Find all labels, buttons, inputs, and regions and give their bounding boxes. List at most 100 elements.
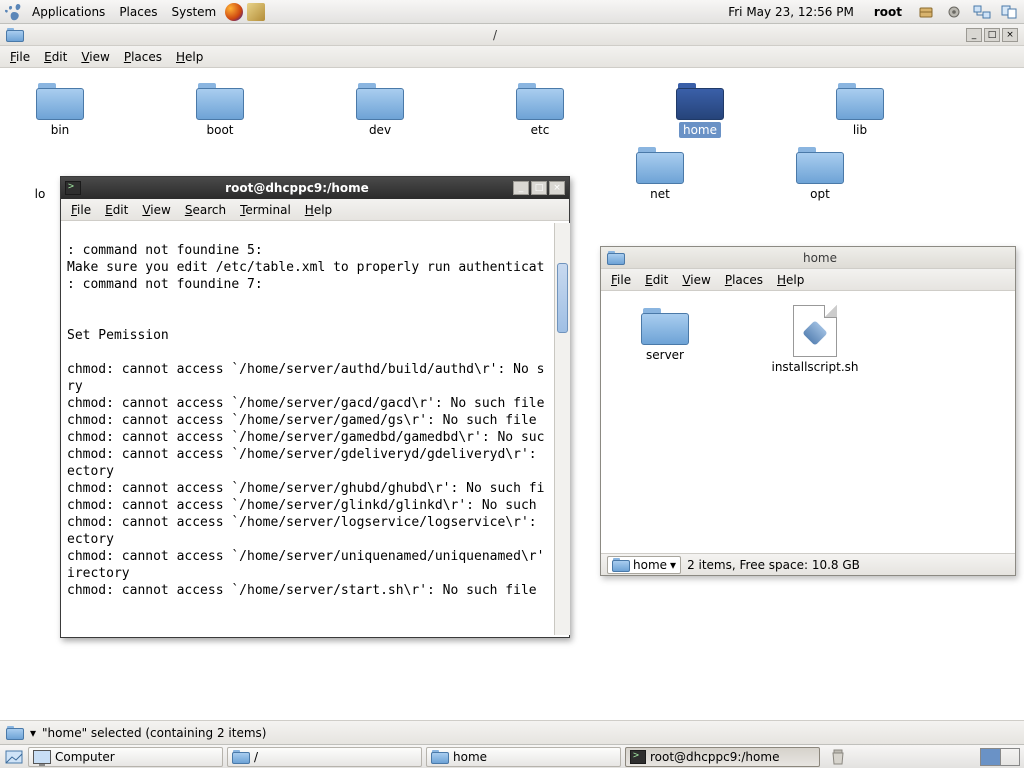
folder-lib[interactable]: lib <box>820 80 900 138</box>
menu-edit[interactable]: Edit <box>99 201 134 219</box>
task-terminal[interactable]: root@dhcppc9:/home <box>625 747 820 767</box>
menu-places[interactable]: Places <box>118 48 168 66</box>
computer-icon <box>33 750 51 764</box>
nautilus-root-menubar: File Edit View Places Help <box>0 46 1024 68</box>
folder-icon <box>196 80 244 120</box>
menu-terminal[interactable]: Terminal <box>234 201 297 219</box>
menu-view[interactable]: View <box>75 48 115 66</box>
folder-icon <box>641 305 689 345</box>
folder-icon <box>431 750 449 764</box>
folder-icon <box>796 144 844 184</box>
folder-icon <box>836 80 884 120</box>
tray-network-icon[interactable] <box>972 2 992 22</box>
show-desktop-button[interactable] <box>4 747 24 767</box>
close-button[interactable]: × <box>549 181 565 195</box>
folder-icon <box>636 144 684 184</box>
maximize-button[interactable]: □ <box>531 181 547 195</box>
folder-home[interactable]: home <box>660 80 740 138</box>
close-button[interactable]: × <box>1002 28 1018 42</box>
terminal-output[interactable]: : command not foundine 5: Make sure you … <box>63 223 567 601</box>
terminal-scrollbar[interactable] <box>554 223 570 635</box>
folder-obscured[interactable]: lo <box>20 144 60 202</box>
location-button[interactable]: home ▾ <box>607 556 681 574</box>
terminal-window[interactable]: root@dhcppc9:/home _ □ × File Edit View … <box>60 176 570 638</box>
menu-edit[interactable]: Edit <box>639 271 674 289</box>
menu-file[interactable]: File <box>605 271 637 289</box>
folder-etc[interactable]: etc <box>500 80 580 138</box>
tray-settings-icon[interactable] <box>944 2 964 22</box>
folder-bin[interactable]: bin <box>20 80 100 138</box>
nautilus-home-menubar: File Edit View Places Help <box>601 269 1015 291</box>
gnome-menu-icon[interactable] <box>4 2 24 22</box>
menu-places[interactable]: Places <box>719 271 769 289</box>
folder-icon <box>6 726 24 740</box>
folder-icon <box>612 558 630 572</box>
task-label: home <box>453 750 487 764</box>
workspace-switcher[interactable] <box>980 748 1020 766</box>
workspace-2[interactable] <box>1001 749 1020 765</box>
status-text: 2 items, Free space: 10.8 GB <box>687 558 860 572</box>
folder-net[interactable]: net <box>620 144 700 202</box>
chevron-down-icon: ▾ <box>30 726 36 740</box>
menu-help[interactable]: Help <box>771 271 810 289</box>
panel-system[interactable]: System <box>165 3 222 21</box>
nautilus-root-title: / <box>30 28 960 42</box>
folder-icon <box>516 80 564 120</box>
menu-help[interactable]: Help <box>170 48 209 66</box>
file-installscript[interactable]: installscript.sh <box>775 305 855 375</box>
firefox-launcher-icon[interactable] <box>224 2 244 22</box>
menu-search[interactable]: Search <box>179 201 232 219</box>
menu-file[interactable]: File <box>65 201 97 219</box>
workspace-1[interactable] <box>981 749 1001 765</box>
menu-file[interactable]: File <box>4 48 36 66</box>
chevron-down-icon: ▾ <box>670 558 676 572</box>
nautilus-home-window[interactable]: home File Edit View Places Help server i… <box>600 246 1016 576</box>
task-label: Computer <box>55 750 115 764</box>
terminal-icon <box>630 750 646 764</box>
tray-display-icon[interactable] <box>1000 2 1020 22</box>
menu-edit[interactable]: Edit <box>38 48 73 66</box>
terminal-title: root@dhcppc9:/home <box>85 181 509 195</box>
menu-view[interactable]: View <box>676 271 716 289</box>
folder-icon <box>356 80 404 120</box>
menu-file-label: ile <box>16 50 30 64</box>
folder-icon <box>607 251 625 265</box>
terminal-icon <box>65 181 81 195</box>
menu-help[interactable]: Help <box>299 201 338 219</box>
task-computer[interactable]: Computer <box>28 747 223 767</box>
maximize-button[interactable]: □ <box>984 28 1000 42</box>
clock[interactable]: Fri May 23, 12:56 PM <box>722 3 860 21</box>
nautilus-home-title: home <box>631 251 1009 265</box>
terminal-menubar: File Edit View Search Terminal Help <box>61 199 569 221</box>
package-updater-icon[interactable] <box>246 2 266 22</box>
terminal-titlebar[interactable]: root@dhcppc9:/home _ □ × <box>61 177 569 199</box>
top-panel: Applications Places System Fri May 23, 1… <box>0 0 1024 24</box>
script-icon <box>793 305 837 357</box>
task-root-folder[interactable]: / <box>227 747 422 767</box>
folder-boot[interactable]: boot <box>180 80 260 138</box>
task-home-folder[interactable]: home <box>426 747 621 767</box>
scrollbar-thumb[interactable] <box>557 263 568 333</box>
user-menu[interactable]: root <box>868 3 908 21</box>
trash-icon[interactable] <box>828 747 848 767</box>
minimize-button[interactable]: _ <box>513 181 529 195</box>
folder-icon <box>676 80 724 120</box>
folder-server[interactable]: server <box>625 305 705 363</box>
folder-icon <box>232 750 250 764</box>
nautilus-home-titlebar[interactable]: home <box>601 247 1015 269</box>
location-label: home <box>633 558 667 572</box>
tray-package-icon[interactable] <box>916 2 936 22</box>
folder-opt[interactable]: opt <box>780 144 860 202</box>
panel-applications[interactable]: Applications <box>26 3 111 21</box>
folder-icon <box>36 80 84 120</box>
nautilus-root-selection-bar: ▾ "home" selected (containing 2 items) <box>0 720 1024 744</box>
task-label: / <box>254 750 258 764</box>
panel-places[interactable]: Places <box>113 3 163 21</box>
folder-icon <box>6 28 24 42</box>
folder-dev[interactable]: dev <box>340 80 420 138</box>
menu-view[interactable]: View <box>136 201 176 219</box>
task-label: root@dhcppc9:/home <box>650 750 779 764</box>
nautilus-home-iconview[interactable]: server installscript.sh <box>601 291 1015 553</box>
nautilus-root-titlebar[interactable]: / _ □ × <box>0 24 1024 46</box>
minimize-button[interactable]: _ <box>966 28 982 42</box>
